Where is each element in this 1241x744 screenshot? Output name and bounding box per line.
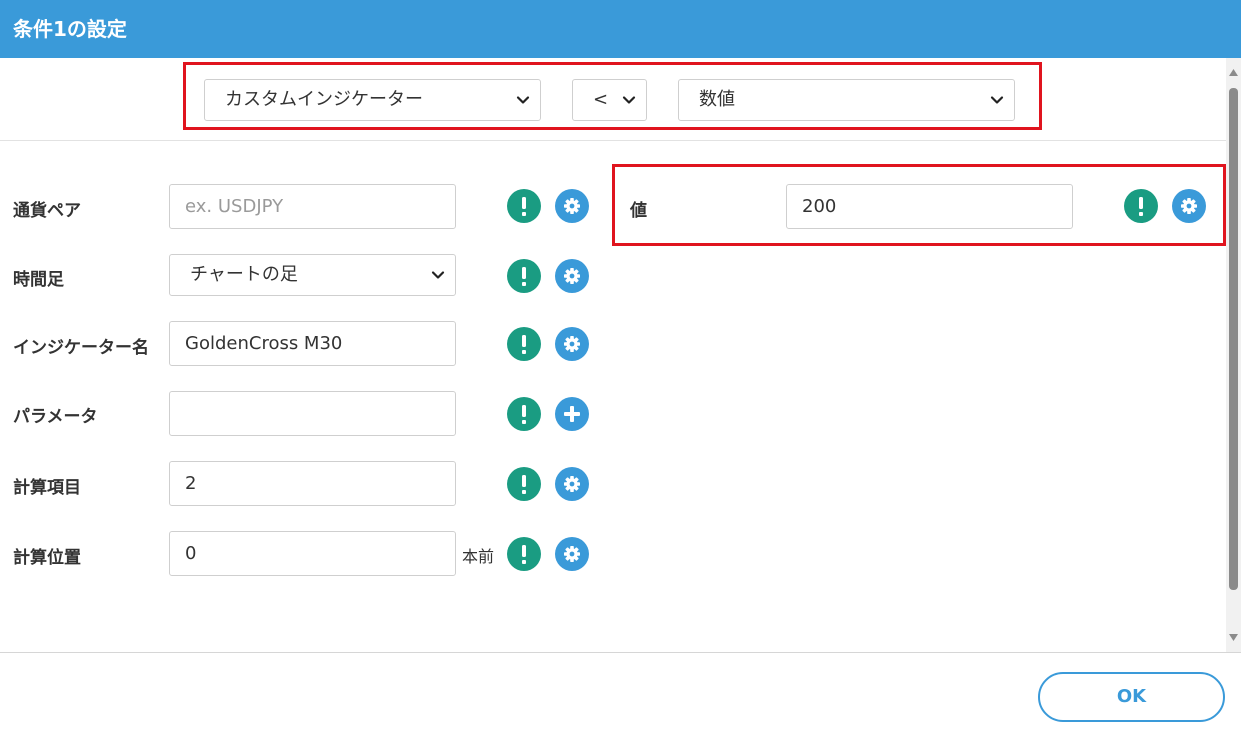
exclamation-icon	[1124, 189, 1158, 223]
timeframe-label: 時間足	[13, 270, 64, 290]
left-operand-value: カスタムインジケーター	[225, 89, 423, 110]
operator-value: <	[593, 89, 609, 110]
chevron-down-icon	[516, 93, 530, 107]
calc-item-input[interactable]: 2	[169, 461, 456, 506]
currency-pair-label: 通貨ペア	[13, 201, 81, 221]
gear-icon	[555, 189, 589, 223]
chevron-down-icon	[431, 268, 445, 282]
calc-item-label: 計算項目	[13, 478, 81, 498]
gear-icon	[1172, 189, 1206, 223]
parameters-input[interactable]	[169, 391, 456, 436]
indicator-name-label: インジケーター名	[13, 338, 149, 358]
calc-position-settings-button[interactable]	[555, 537, 589, 571]
gear-icon	[555, 537, 589, 571]
gear-icon	[555, 259, 589, 293]
dialog-header: 条件1の設定	[0, 0, 1241, 58]
currency-pair-info-button[interactable]	[507, 189, 541, 223]
plus-icon	[555, 397, 589, 431]
gear-icon	[555, 467, 589, 501]
chevron-down-icon	[990, 93, 1004, 107]
calc-position-suffix: 本前	[462, 547, 495, 566]
value-settings-button[interactable]	[1172, 189, 1206, 223]
currency-pair-input[interactable]: ex. USDJPY	[169, 184, 456, 229]
value-input[interactable]: 200	[786, 184, 1073, 229]
right-operand-select[interactable]: 数値	[678, 79, 1015, 121]
left-operand-select[interactable]: カスタムインジケーター	[204, 79, 541, 121]
timeframe-select[interactable]: チャートの足	[169, 254, 456, 296]
dialog-title: 条件1の設定	[13, 17, 127, 41]
value-info-button[interactable]	[1124, 189, 1158, 223]
calc-position-value: 0	[185, 543, 197, 564]
footer-divider	[0, 652, 1241, 653]
gear-icon	[555, 327, 589, 361]
calc-position-input[interactable]: 0	[169, 531, 456, 576]
calc-item-info-button[interactable]	[507, 467, 541, 501]
indicator-name-value: GoldenCross M30	[185, 333, 343, 354]
scroll-down-icon[interactable]	[1229, 634, 1238, 641]
timeframe-settings-button[interactable]	[555, 259, 589, 293]
parameters-info-button[interactable]	[507, 397, 541, 431]
exclamation-icon	[507, 327, 541, 361]
parameters-add-button[interactable]	[555, 397, 589, 431]
parameters-label: パラメータ	[13, 407, 98, 427]
scroll-up-icon[interactable]	[1229, 69, 1238, 76]
exclamation-icon	[507, 189, 541, 223]
calc-position-info-button[interactable]	[507, 537, 541, 571]
exclamation-icon	[507, 259, 541, 293]
timeframe-value: チャートの足	[190, 264, 298, 285]
calc-position-label: 計算位置	[13, 548, 81, 568]
timeframe-info-button[interactable]	[507, 259, 541, 293]
indicator-name-settings-button[interactable]	[555, 327, 589, 361]
exclamation-icon	[507, 467, 541, 501]
calc-item-value: 2	[185, 473, 197, 494]
currency-pair-placeholder: ex. USDJPY	[185, 196, 284, 217]
indicator-name-info-button[interactable]	[507, 327, 541, 361]
value-input-value: 200	[802, 196, 837, 217]
operator-select[interactable]: <	[572, 79, 647, 121]
ok-button[interactable]: OK	[1038, 672, 1225, 722]
indicator-name-input[interactable]: GoldenCross M30	[169, 321, 456, 366]
exclamation-icon	[507, 397, 541, 431]
calc-item-settings-button[interactable]	[555, 467, 589, 501]
currency-pair-settings-button[interactable]	[555, 189, 589, 223]
right-operand-value: 数値	[699, 89, 735, 110]
exclamation-icon	[507, 537, 541, 571]
scrollbar-thumb[interactable]	[1229, 88, 1238, 590]
chevron-down-icon	[622, 93, 636, 107]
value-label: 値	[630, 201, 647, 221]
